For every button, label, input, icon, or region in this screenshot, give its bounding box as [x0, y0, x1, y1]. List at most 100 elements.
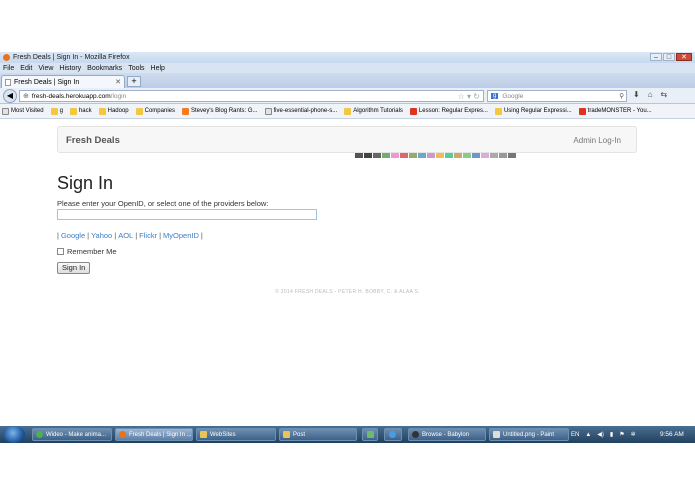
bookmark-algorithm-tutorials[interactable]: Algorithm Tutorials: [344, 107, 403, 115]
clock[interactable]: 9:56 AM: [660, 431, 684, 438]
folder-icon: [50, 107, 58, 115]
globe-icon: ⊕: [23, 93, 29, 100]
site-icon: [494, 107, 502, 115]
window-titlebar: Fresh Deals | Sign In - Mozilla Firefox …: [0, 52, 695, 63]
show-hidden-icons[interactable]: ▲: [585, 432, 591, 438]
menu-tools[interactable]: Tools: [128, 65, 144, 72]
bookmark-most-visited[interactable]: Most Visited: [2, 107, 44, 115]
bookmarks-toolbar: Most Visited g hack Hadoop Companies Ste…: [0, 104, 695, 119]
volume-icon[interactable]: ◀): [597, 431, 604, 438]
nav-icons: ⬇ ⌂ ⇆: [633, 90, 667, 99]
openid-input[interactable]: [57, 209, 317, 220]
provider-google-link[interactable]: Google: [61, 231, 85, 240]
network-icon[interactable]: ▮: [610, 431, 613, 438]
system-tray: EN ▲ ◀) ▮ ⚑ ✲: [571, 426, 636, 443]
provider-yahoo-link[interactable]: Yahoo: [91, 231, 112, 240]
back-arrow-icon[interactable]: ◀: [3, 89, 17, 103]
folder-icon: [98, 107, 106, 115]
start-button[interactable]: [3, 426, 25, 443]
provider-aol-link[interactable]: AOL: [118, 231, 133, 240]
menu-bookmarks[interactable]: Bookmarks: [87, 65, 122, 72]
menu-history[interactable]: History: [59, 65, 81, 72]
bookmark-hadoop[interactable]: Hadoop: [98, 107, 129, 115]
window-title: Fresh Deals | Sign In - Mozilla Firefox: [13, 54, 130, 61]
menu-edit[interactable]: Edit: [20, 65, 32, 72]
youtube-icon: [578, 107, 586, 115]
taskbar-item-babylon[interactable]: Browse - Babylon: [408, 428, 486, 441]
url-bar[interactable]: ⊕ fresh-deals.herokuapp.com/login ☆ ▾ ↻: [19, 90, 484, 102]
remember-me-label: Remember Me: [67, 247, 117, 256]
addons-icon[interactable]: ⇆: [661, 90, 668, 99]
site-icon: [409, 107, 417, 115]
maximize-button[interactable]: □: [663, 53, 675, 61]
windows-taskbar: Wideo - Make anima... Fresh Deals | Sign…: [0, 426, 695, 443]
navigation-bar: ◀ ⊕ fresh-deals.herokuapp.com/login ☆ ▾ …: [0, 88, 695, 104]
page-icon: [5, 78, 11, 86]
bookmark-star-icon[interactable]: ☆ ▾ ↻: [458, 92, 480, 101]
language-indicator[interactable]: EN: [571, 432, 579, 438]
taskbar-item-post[interactable]: Post: [279, 428, 357, 441]
taskbar-pinned-app[interactable]: [362, 428, 378, 441]
bookmark-five-essential[interactable]: five-essential-phone-s...: [264, 107, 337, 115]
app-tray-icon[interactable]: ✲: [631, 431, 636, 438]
taskbar-pinned-ie[interactable]: [384, 428, 402, 441]
menu-view[interactable]: View: [38, 65, 53, 72]
provider-list: | Google | Yahoo | AOL | Flickr | MyOpen…: [57, 231, 203, 240]
bookmark-companies[interactable]: Companies: [135, 107, 175, 115]
paint-icon: [493, 431, 500, 438]
babylon-icon: [412, 431, 419, 438]
close-window-button[interactable]: ✕: [676, 53, 692, 61]
menu-file[interactable]: File: [3, 65, 14, 72]
window-controls: – □ ✕: [650, 53, 692, 61]
search-icon[interactable]: ⚲: [619, 92, 624, 100]
home-icon[interactable]: ⌂: [648, 90, 653, 99]
chrome-icon: [36, 431, 43, 438]
page-icon: [2, 107, 9, 115]
admin-login-link[interactable]: Admin Log-In: [573, 136, 621, 145]
tab-fresh-deals[interactable]: Fresh Deals | Sign In ✕: [1, 75, 125, 88]
instructions-text: Please enter your OpenID, or select one …: [57, 199, 269, 208]
url-host: fresh-deals.herokuapp.com: [31, 92, 111, 100]
search-input[interactable]: g Google ⚲: [487, 90, 627, 102]
blogger-icon: [182, 107, 189, 115]
bookmark-hack[interactable]: hack: [69, 107, 92, 115]
firefox-icon: [3, 54, 10, 61]
taskbar-item-wideo[interactable]: Wideo - Make anima...: [32, 428, 112, 441]
google-engine-icon[interactable]: g: [491, 93, 499, 99]
menu-help[interactable]: Help: [151, 65, 165, 72]
tab-title: Fresh Deals | Sign In: [14, 78, 80, 86]
remember-me-row[interactable]: Remember Me: [57, 247, 117, 256]
folder-icon: [69, 107, 77, 115]
bookmark-stevey[interactable]: Stevey's Blog Rants: G...: [182, 107, 258, 115]
taskbar-item-websites[interactable]: WebSites: [196, 428, 276, 441]
page-title: Sign In: [57, 173, 114, 193]
provider-myopenid-link[interactable]: MyOpenID: [163, 231, 199, 240]
brand-link[interactable]: Fresh Deals: [66, 135, 120, 146]
taskbar-item-fresh-deals[interactable]: Fresh Deals | Sign In ...: [115, 428, 193, 441]
app-icon: [367, 431, 374, 438]
bookmark-using-regex[interactable]: Using Regular Expressi...: [494, 107, 572, 115]
sign-in-button[interactable]: Sign In: [57, 262, 91, 274]
menu-bar: File Edit View History Bookmarks Tools H…: [0, 63, 695, 73]
provider-flickr-link[interactable]: Flickr: [139, 231, 157, 240]
ie-icon: [389, 431, 396, 438]
remember-me-checkbox[interactable]: [57, 248, 64, 255]
flag-icon[interactable]: ⚑: [619, 431, 624, 438]
bookmark-trademonster[interactable]: tradeMONSTER - You...: [578, 107, 652, 115]
minimize-button[interactable]: –: [650, 53, 662, 61]
folder-icon: [283, 431, 290, 438]
firefox-icon: [119, 431, 126, 438]
site-navbar: Fresh Deals Admin Log-In: [57, 126, 637, 153]
footer-text: © 2014 FRESH DEALS - PETER H. BOBBY, C. …: [275, 289, 420, 295]
url-path: /login: [110, 92, 127, 100]
close-tab-icon[interactable]: ✕: [115, 78, 121, 86]
page-icon: [264, 107, 272, 115]
screen: Fresh Deals | Sign In - Mozilla Firefox …: [0, 0, 695, 494]
taskbar-item-paint[interactable]: Untitled.png - Paint: [489, 428, 569, 441]
folder-icon: [200, 431, 207, 438]
bookmark-lesson-regex[interactable]: Lesson: Regular Expres...: [409, 107, 488, 115]
bookmark-g[interactable]: g: [50, 107, 63, 115]
new-tab-button[interactable]: +: [127, 76, 141, 87]
download-icon[interactable]: ⬇: [633, 90, 640, 99]
folder-icon: [135, 107, 143, 115]
